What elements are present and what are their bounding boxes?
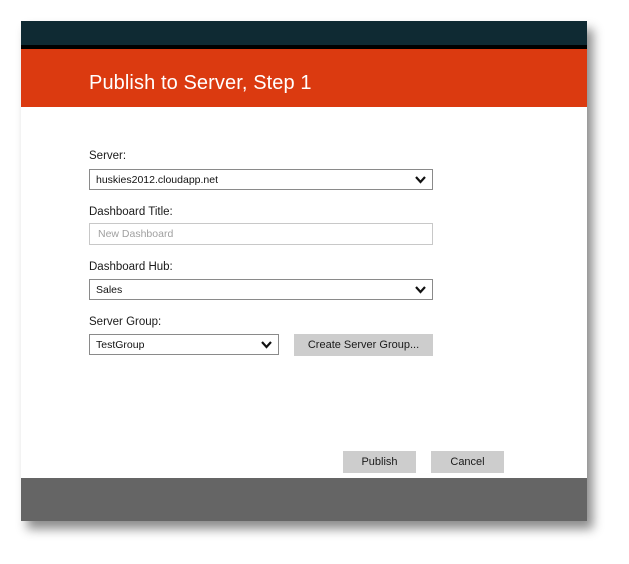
chevron-down-icon [261, 341, 272, 349]
server-select-value: huskies2012.cloudapp.net [96, 174, 219, 186]
dashboard-hub-label: Dashboard Hub: [89, 261, 173, 273]
server-group-label: Server Group: [89, 316, 162, 328]
cancel-button[interactable]: Cancel [431, 451, 504, 473]
chevron-down-icon [415, 286, 426, 294]
server-label: Server: [89, 150, 127, 162]
dashboard-title-input[interactable] [89, 223, 433, 245]
dialog-header: Publish to Server, Step 1 [21, 49, 587, 107]
dashboard-hub-select[interactable]: Sales [89, 279, 433, 300]
dialog-title: Publish to Server, Step 1 [89, 72, 312, 94]
chevron-down-icon [415, 176, 426, 184]
server-group-select-value: TestGroup [96, 339, 145, 351]
dashboard-title-label: Dashboard Title: [89, 206, 173, 218]
publish-button[interactable]: Publish [343, 451, 416, 473]
title-bar [21, 21, 587, 45]
server-select[interactable]: huskies2012.cloudapp.net [89, 169, 433, 190]
dialog-body: Server: huskies2012.cloudapp.net Dashboa… [21, 107, 587, 478]
create-server-group-button[interactable]: Create Server Group... [294, 334, 433, 356]
server-group-select[interactable]: TestGroup [89, 334, 279, 355]
dialog-footer [21, 478, 587, 521]
dashboard-hub-select-value: Sales [96, 284, 123, 296]
publish-dialog: Publish to Server, Step 1 Server: huskie… [21, 21, 587, 521]
